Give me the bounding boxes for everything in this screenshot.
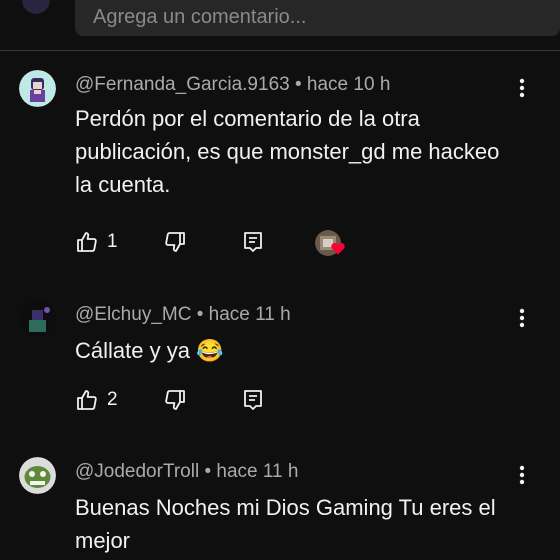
meta-separator: • [294, 74, 302, 95]
dislike-button[interactable] [163, 230, 187, 254]
like-count: 2 [107, 389, 118, 410]
comment-author[interactable]: @Fernanda_Garcia.9163 [75, 74, 290, 95]
add-comment-input[interactable]: Agrega un comentario... [75, 0, 560, 36]
heart-icon [331, 243, 345, 255]
like-count: 1 [107, 231, 118, 252]
comment-author[interactable]: @Elchuy_MC [75, 304, 191, 325]
like-icon [77, 390, 97, 410]
avatar[interactable] [19, 300, 56, 337]
more-options-button[interactable] [512, 76, 532, 100]
more-options-button[interactable] [512, 463, 532, 487]
like-button[interactable]: 1 [75, 230, 118, 254]
meta-separator: • [196, 304, 204, 325]
reply-icon [244, 232, 262, 252]
dislike-icon [165, 232, 185, 252]
comment-meta: @Elchuy_MC • hace 11 h [75, 304, 291, 326]
more-vert-icon [519, 465, 525, 485]
reply-button[interactable] [241, 388, 265, 412]
more-options-button[interactable] [512, 306, 532, 330]
comment-meta: @JodedorTroll • hace 11 h [75, 461, 298, 483]
comment-time: hace 11 h [216, 461, 299, 482]
comment-text: Buenas Noches mi Dios Gaming Tu eres el … [75, 495, 496, 553]
comment-author[interactable]: @JodedorTroll [75, 461, 199, 482]
comment-composer: Agrega un comentario... [0, 0, 560, 51]
comment-text: Cállate y ya 😂 [75, 338, 224, 363]
like-icon [77, 232, 97, 252]
user-avatar [22, 0, 50, 14]
reply-button[interactable] [241, 230, 265, 254]
comment-meta: @Fernanda_Garcia.9163 • hace 10 h [75, 74, 390, 96]
comment-time: hace 11 h [208, 304, 291, 325]
reply-icon [244, 390, 262, 410]
meta-separator: • [204, 461, 212, 482]
like-button[interactable]: 2 [75, 388, 118, 412]
avatar[interactable] [19, 70, 56, 107]
comment-time: hace 10 h [306, 74, 391, 95]
avatar[interactable] [19, 457, 56, 494]
comment-text: Perdón por el comentario de la otra publ… [75, 106, 500, 197]
more-vert-icon [519, 308, 525, 328]
more-vert-icon [519, 78, 525, 98]
dislike-icon [165, 390, 185, 410]
dislike-button[interactable] [163, 388, 187, 412]
